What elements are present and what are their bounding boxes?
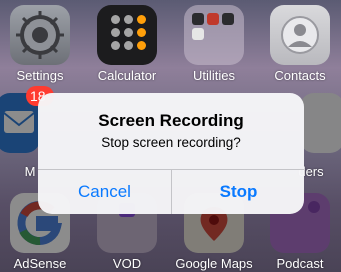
- folder-magnifier-icon: [192, 28, 204, 40]
- calculator-app-label: Calculator: [97, 68, 157, 83]
- settings-app-icon[interactable]: [10, 5, 70, 65]
- calculator-app-icon[interactable]: [97, 5, 157, 65]
- alert-title: Screen Recording: [98, 111, 244, 130]
- cancel-button[interactable]: Cancel: [38, 170, 171, 214]
- settings-app-label: Settings: [16, 68, 64, 83]
- podcast-app-label: Podcast: [276, 256, 324, 271]
- utilities-folder-icon[interactable]: [184, 5, 244, 65]
- utilities-folder-label: Utilities: [193, 68, 235, 83]
- podcast-badge-icon: [308, 201, 320, 213]
- person-icon: [281, 16, 319, 54]
- screen-recording-alert: Screen Recording Stop screen recording? …: [38, 93, 304, 214]
- google-maps-app-label: Google Maps: [175, 256, 253, 271]
- folder-app-icon: [207, 13, 219, 25]
- folder-app-icon: [192, 13, 204, 25]
- gear-icon: [16, 11, 64, 59]
- adsense-app-label: AdSense: [13, 256, 67, 271]
- contacts-app-label: Contacts: [274, 68, 326, 83]
- calculator-keys-icon: [111, 15, 146, 50]
- alert-message: Stop screen recording?: [101, 135, 241, 150]
- folder-app-icon: [222, 13, 234, 25]
- vod-app-label: VOD: [112, 256, 142, 271]
- stop-button[interactable]: Stop: [172, 170, 304, 214]
- reminders-app-icon[interactable]: [300, 93, 341, 153]
- contacts-app-icon[interactable]: [270, 5, 330, 65]
